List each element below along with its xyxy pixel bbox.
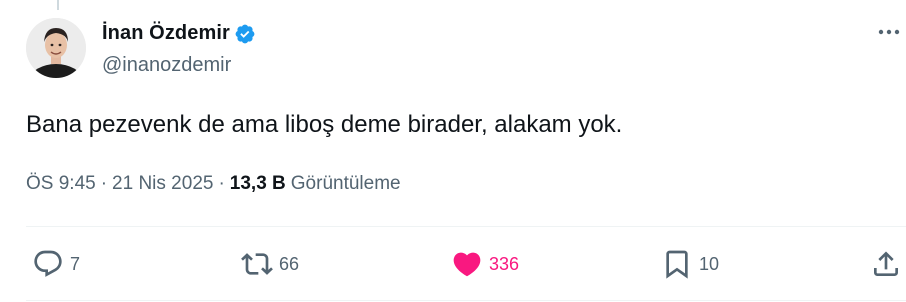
author-display-name[interactable]: İnan Özdemir bbox=[102, 22, 230, 45]
thread-connector-line bbox=[57, 0, 59, 10]
tweet-meta: ÖS 9:45 · 21 Nis 2025 · 13,3 B Görüntüle… bbox=[26, 173, 401, 195]
bookmark-icon bbox=[661, 248, 693, 280]
bookmark-count: 10 bbox=[699, 253, 720, 274]
bookmark-button[interactable]: 10 bbox=[661, 248, 719, 280]
heart-filled-icon bbox=[451, 248, 483, 280]
divider bbox=[26, 226, 906, 227]
reply-count: 7 bbox=[70, 253, 81, 274]
avatar-photo bbox=[26, 18, 86, 78]
meta-separator: · bbox=[100, 173, 108, 194]
author-name-row: İnan Özdemir bbox=[102, 22, 256, 45]
retweet-button[interactable]: 66 bbox=[241, 248, 299, 280]
reply-button[interactable]: 7 bbox=[32, 248, 80, 280]
meta-separator: · bbox=[218, 173, 225, 194]
tweet-date[interactable]: 21 Nis 2025 bbox=[112, 173, 213, 195]
reply-icon bbox=[32, 248, 64, 280]
more-options-button[interactable] bbox=[876, 22, 902, 42]
retweet-count: 66 bbox=[279, 253, 300, 274]
retweet-icon bbox=[241, 248, 273, 280]
share-button[interactable] bbox=[870, 248, 902, 280]
tweet-text: Bana pezevenk de ama liboş deme birader,… bbox=[26, 111, 623, 138]
share-icon bbox=[870, 248, 902, 280]
like-button[interactable]: 336 bbox=[451, 248, 519, 280]
avatar[interactable] bbox=[26, 18, 86, 78]
author-handle[interactable]: @inanozdemir bbox=[102, 54, 231, 77]
like-count: 336 bbox=[489, 253, 520, 274]
views-count[interactable]: 13,3 B bbox=[230, 173, 286, 195]
divider bbox=[26, 300, 906, 301]
views-label[interactable]: Görüntüleme bbox=[291, 173, 401, 195]
verified-badge-icon[interactable] bbox=[234, 23, 256, 45]
tweet-time[interactable]: ÖS 9:45 bbox=[26, 173, 96, 195]
more-dots-icon bbox=[878, 29, 900, 35]
